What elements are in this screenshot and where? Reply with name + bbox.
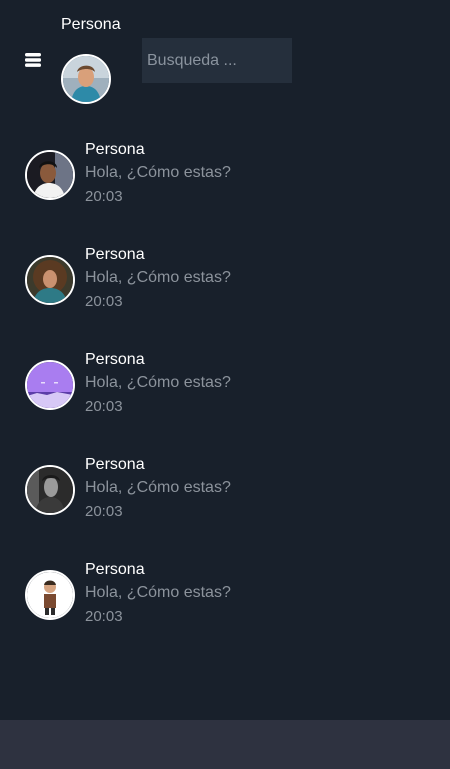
message-time: 20:03 bbox=[85, 188, 123, 205]
message-time: 20:03 bbox=[85, 608, 123, 625]
last-message: Hola, ¿Cómo estas? bbox=[85, 479, 231, 496]
contact-name: Persona bbox=[85, 456, 145, 473]
chat-app: Persona Persona Hola, ¿Cómo esta bbox=[0, 0, 450, 769]
contact-name: Persona bbox=[85, 351, 145, 368]
menu-button[interactable] bbox=[24, 52, 42, 68]
message-time: 20:03 bbox=[85, 398, 123, 415]
message-time: 20:03 bbox=[85, 503, 123, 520]
chat-item[interactable]: Persona Hola, ¿Cómo estas? 20:03 bbox=[0, 130, 450, 235]
chat-item[interactable]: Persona Hola, ¿Cómo estas? 20:03 bbox=[0, 340, 450, 445]
contact-name: Persona bbox=[85, 246, 145, 263]
avatar bbox=[25, 570, 75, 620]
avatar bbox=[25, 360, 75, 410]
contact-name: Persona bbox=[85, 141, 145, 158]
chat-item[interactable]: Persona Hola, ¿Cómo estas? 20:03 bbox=[0, 235, 450, 340]
message-time: 20:03 bbox=[85, 293, 123, 310]
profile-avatar[interactable] bbox=[61, 54, 111, 104]
last-message: Hola, ¿Cómo estas? bbox=[85, 164, 231, 181]
avatar bbox=[25, 465, 75, 515]
search-input[interactable] bbox=[142, 38, 292, 83]
profile-name: Persona bbox=[61, 16, 121, 33]
bottom-bar bbox=[0, 720, 450, 769]
avatar bbox=[25, 255, 75, 305]
avatar bbox=[25, 150, 75, 200]
chat-item[interactable]: Persona Hola, ¿Cómo estas? 20:03 bbox=[0, 445, 450, 550]
last-message: Hola, ¿Cómo estas? bbox=[85, 374, 231, 391]
contact-name: Persona bbox=[85, 561, 145, 578]
chat-list: Persona Hola, ¿Cómo estas? 20:03 Persona… bbox=[0, 130, 450, 655]
last-message: Hola, ¿Cómo estas? bbox=[85, 584, 231, 601]
last-message: Hola, ¿Cómo estas? bbox=[85, 269, 231, 286]
hamburger-icon bbox=[25, 53, 41, 67]
chat-item[interactable]: Persona Hola, ¿Cómo estas? 20:03 bbox=[0, 550, 450, 655]
